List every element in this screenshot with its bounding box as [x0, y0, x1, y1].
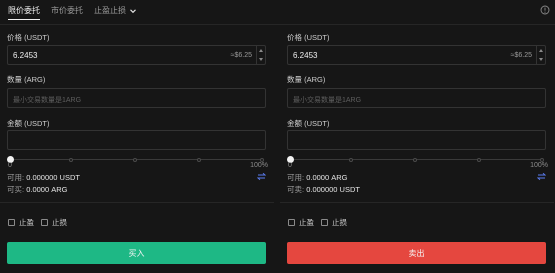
amount-label: 数量 (ARG) [7, 75, 46, 84]
max-sell-value: 0.000000 USDT [306, 185, 360, 194]
amount-input[interactable]: 最小交易数量是1ARG [7, 88, 266, 108]
tab-limit-order[interactable]: 限价委托 [8, 0, 40, 22]
slider-tick[interactable] [260, 157, 264, 162]
increase-arrow-icon[interactable] [259, 49, 263, 52]
percent-slider[interactable] [287, 156, 546, 164]
price-stepper[interactable] [256, 46, 265, 64]
swap-icon[interactable] [536, 172, 547, 181]
tabs-divider [0, 24, 555, 25]
section-divider [0, 202, 274, 203]
take-profit-checkbox[interactable]: 止盈 [288, 217, 314, 228]
buy-button[interactable]: 买入 [7, 242, 266, 264]
price-label: 价格 (USDT) [7, 33, 50, 42]
amount-input[interactable]: 最小交易数量是1ARG [287, 88, 546, 108]
stop-loss-checkbox[interactable]: 止损 [41, 217, 67, 228]
section-divider [280, 202, 554, 203]
available-value: 0.0000 ARG [306, 173, 348, 182]
checkbox-box[interactable] [321, 219, 328, 226]
checkbox-box[interactable] [41, 219, 48, 226]
price-value: 6.2453 [293, 51, 318, 60]
swap-icon[interactable] [256, 172, 267, 181]
price-input[interactable]: 6.2453 ≈$6.25 [7, 45, 266, 65]
slider-min-label: 0 [8, 162, 12, 169]
order-type-tabs: 限价委托 市价委托 止盈止损 [0, 0, 555, 22]
sell-button[interactable]: 卖出 [287, 242, 546, 264]
amount-placeholder: 最小交易数量是1ARG [293, 97, 362, 104]
slider-tick[interactable] [133, 157, 137, 162]
max-sell: 可卖: 0.000000 USDT [287, 185, 360, 194]
chevron-down-icon [129, 7, 137, 15]
slider-tick[interactable] [197, 157, 201, 162]
tab-market-order[interactable]: 市价委托 [51, 0, 83, 22]
decrease-arrow-icon[interactable] [539, 58, 543, 61]
slider-tick[interactable] [540, 157, 544, 162]
price-value: 6.2453 [13, 51, 38, 60]
price-approx: ≈$6.25 [510, 52, 532, 59]
decrease-arrow-icon[interactable] [259, 58, 263, 61]
price-stepper[interactable] [536, 46, 545, 64]
slider-max-label: 100% [530, 162, 548, 169]
price-approx: ≈$6.25 [230, 52, 252, 59]
price-input[interactable]: 6.2453 ≈$6.25 [287, 45, 546, 65]
info-icon[interactable] [540, 5, 550, 15]
slider-tick[interactable] [349, 157, 353, 162]
available-balance: 可用: 0.000000 USDT [7, 173, 80, 182]
take-profit-checkbox[interactable]: 止盈 [8, 217, 34, 228]
slider-tick[interactable] [477, 157, 481, 162]
available-balance: 可用: 0.0000 ARG [287, 173, 348, 182]
max-buy: 可买: 0.0000 ARG [7, 185, 68, 194]
available-value: 0.000000 USDT [26, 173, 80, 182]
total-label: 金额 (USDT) [7, 119, 50, 128]
slider-min-label: 0 [288, 162, 292, 169]
slider-tick[interactable] [413, 157, 417, 162]
total-input[interactable] [7, 130, 266, 150]
percent-slider[interactable] [7, 156, 266, 164]
total-input[interactable] [287, 130, 546, 150]
stop-loss-checkbox[interactable]: 止损 [321, 217, 347, 228]
amount-placeholder: 最小交易数量是1ARG [13, 97, 82, 104]
increase-arrow-icon[interactable] [539, 49, 543, 52]
max-buy-value: 0.0000 ARG [26, 185, 68, 194]
tab-tp-sl[interactable]: 止盈止损 [94, 0, 137, 22]
total-label: 金额 (USDT) [287, 119, 330, 128]
checkbox-box[interactable] [288, 219, 295, 226]
checkbox-box[interactable] [8, 219, 15, 226]
slider-max-label: 100% [250, 162, 268, 169]
amount-label: 数量 (ARG) [287, 75, 326, 84]
slider-tick[interactable] [69, 157, 73, 162]
price-label: 价格 (USDT) [287, 33, 330, 42]
